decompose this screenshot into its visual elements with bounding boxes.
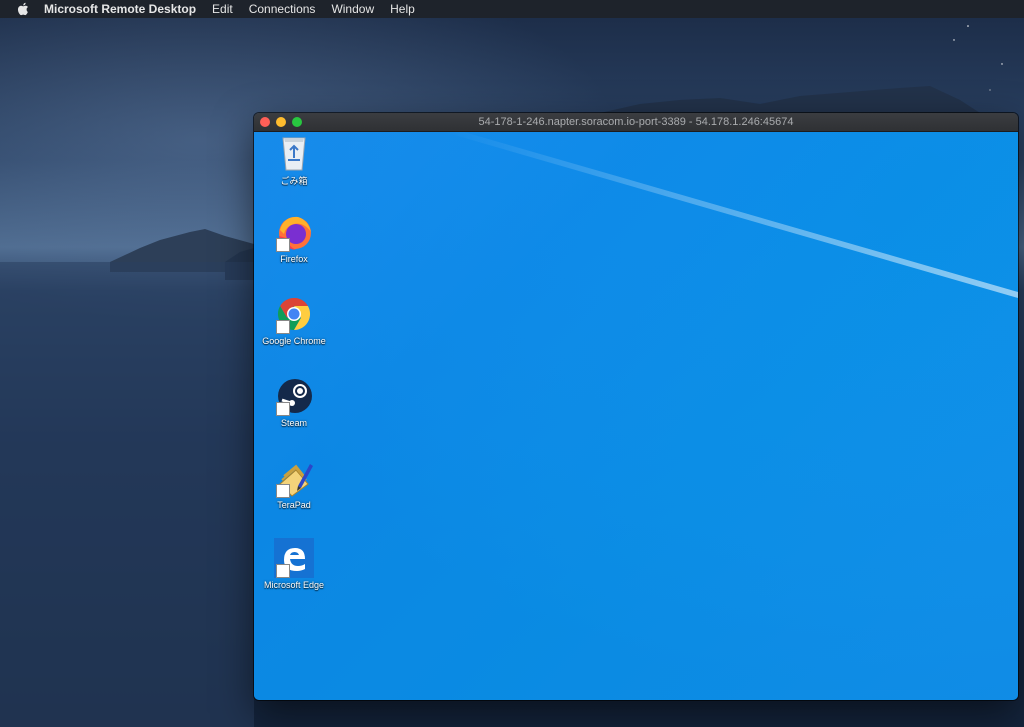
desktop-icon-recycle-bin[interactable]: ごみ箱: [254, 132, 334, 187]
remote-desktop-window: 54-178-1-246.napter.soracom.io-port-3389…: [254, 113, 1018, 700]
menu-window[interactable]: Window: [331, 0, 374, 18]
terapad-icon: [274, 458, 314, 498]
desktop-icon-edge[interactable]: Microsoft Edge: [254, 538, 334, 590]
desktop-icon-firefox[interactable]: Firefox: [254, 212, 334, 264]
wallpaper-light-beam: [254, 132, 1018, 700]
desktop-icon-label: Google Chrome: [262, 336, 326, 346]
desktop-icon-steam[interactable]: Steam: [254, 376, 334, 428]
desktop-icon-label: Microsoft Edge: [263, 580, 325, 590]
menu-connections[interactable]: Connections: [249, 0, 316, 18]
macos-menu-bar: Microsoft Remote Desktop Edit Connection…: [0, 0, 1024, 18]
window-title: 54-178-1-246.napter.soracom.io-port-3389…: [478, 116, 794, 128]
menu-edit[interactable]: Edit: [212, 0, 233, 18]
firefox-icon: [274, 212, 314, 252]
steam-icon: [274, 376, 314, 416]
remote-desktop-screen[interactable]: ごみ箱 Firefox Google Chrome Steam TeraPad …: [254, 132, 1018, 700]
window-titlebar[interactable]: 54-178-1-246.napter.soracom.io-port-3389…: [254, 113, 1018, 132]
chrome-icon: [274, 294, 314, 334]
edge-icon: [274, 538, 314, 578]
menu-app-name[interactable]: Microsoft Remote Desktop: [44, 0, 196, 18]
menu-help[interactable]: Help: [390, 0, 415, 18]
desktop-icon-label: TeraPad: [277, 500, 311, 510]
desktop-icon-label: ごみ箱: [280, 176, 308, 186]
apple-icon[interactable]: [16, 2, 30, 16]
desktop-icon-chrome[interactable]: Google Chrome: [254, 294, 334, 346]
desktop-icon-terapad[interactable]: TeraPad: [254, 458, 334, 510]
desktop-icon-label: Firefox: [280, 254, 308, 264]
recycle-bin-icon: [274, 132, 314, 172]
desktop-icon-label: Steam: [280, 418, 307, 428]
